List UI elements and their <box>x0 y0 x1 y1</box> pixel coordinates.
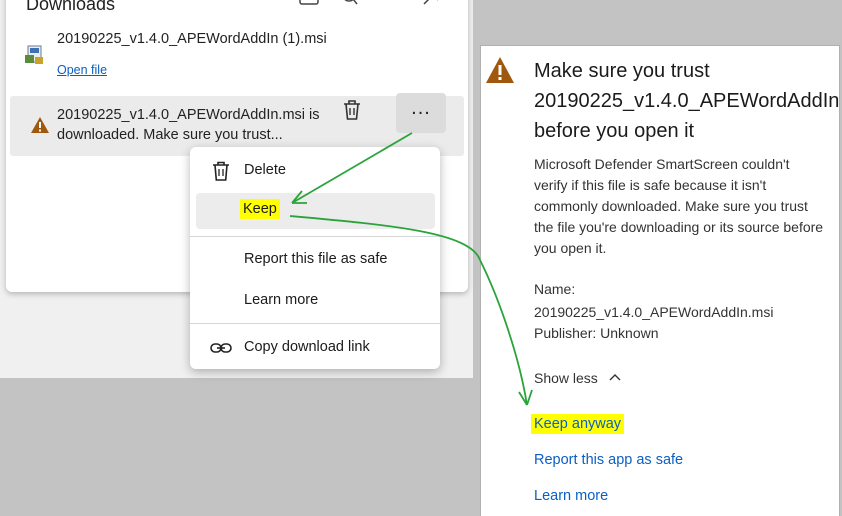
smartscreen-dialog: Make sure you trust 20190225_v1.4.0_APEW… <box>480 45 840 516</box>
open-file-link[interactable]: Open file <box>57 63 107 77</box>
keep-anyway-link[interactable]: Keep anyway <box>531 414 625 434</box>
link-icon <box>210 343 232 353</box>
menu-item-copy-link[interactable]: Copy download link <box>196 330 435 366</box>
more-options-icon[interactable] <box>380 0 402 6</box>
warning-icon <box>486 57 514 83</box>
chevron-up-icon <box>609 374 621 381</box>
menu-label-delete: Delete <box>244 162 286 178</box>
blocked-line-1: 20190225_v1.4.0_APEWordAddIn.msi is <box>57 107 320 123</box>
dialog-message: Microsoft Defender SmartScreen couldn't … <box>534 156 824 256</box>
menu-divider <box>190 236 440 237</box>
blocked-line-2: downloaded. Make sure you trust... <box>57 127 283 143</box>
blocked-file-text: 20190225_v1.4.0_APEWordAddIn.msi is down… <box>57 105 327 145</box>
pin-icon[interactable] <box>420 0 442 6</box>
file-name: 20190225_v1.4.0_APEWordAddIn (1).msi <box>57 31 327 47</box>
show-less-toggle[interactable]: Show less <box>534 370 622 386</box>
menu-divider <box>190 323 440 324</box>
trash-icon <box>213 161 229 181</box>
menu-label-keep: Keep <box>240 199 280 219</box>
menu-item-delete[interactable]: Delete <box>196 153 435 189</box>
menu-item-report-safe[interactable]: Report this file as safe <box>196 242 435 278</box>
dialog-title: Make sure you trust 20190225_v1.4.0_APEW… <box>534 60 840 142</box>
more-actions-button[interactable]: ... <box>396 93 446 133</box>
menu-label-learn-more: Learn more <box>244 292 319 308</box>
menu-item-learn-more[interactable]: Learn more <box>196 283 435 319</box>
panel-title: Downloads <box>26 0 116 14</box>
file-name-label: Name: <box>534 281 576 297</box>
download-item-installed[interactable]: 20190225_v1.4.0_APEWordAddIn (1).msi Ope… <box>6 28 468 80</box>
report-app-safe-link[interactable]: Report this app as safe <box>534 452 683 468</box>
search-icon[interactable] <box>340 0 362 6</box>
context-menu: Delete Keep Report this file as safe Lea… <box>190 147 440 369</box>
menu-label-report-safe: Report this file as safe <box>244 251 388 267</box>
file-name-value: 20190225_v1.4.0_APEWordAddIn.msi <box>534 304 774 320</box>
menu-item-keep[interactable]: Keep <box>196 193 435 229</box>
folder-icon[interactable] <box>298 0 320 6</box>
menu-label-copy-link: Copy download link <box>244 339 370 355</box>
warning-icon <box>31 117 49 133</box>
show-less-label: Show less <box>534 370 598 386</box>
publisher-info: Publisher: Unknown <box>534 325 659 341</box>
learn-more-link[interactable]: Learn more <box>534 488 608 504</box>
delete-icon[interactable] <box>340 98 364 122</box>
msi-installer-icon <box>25 45 43 64</box>
